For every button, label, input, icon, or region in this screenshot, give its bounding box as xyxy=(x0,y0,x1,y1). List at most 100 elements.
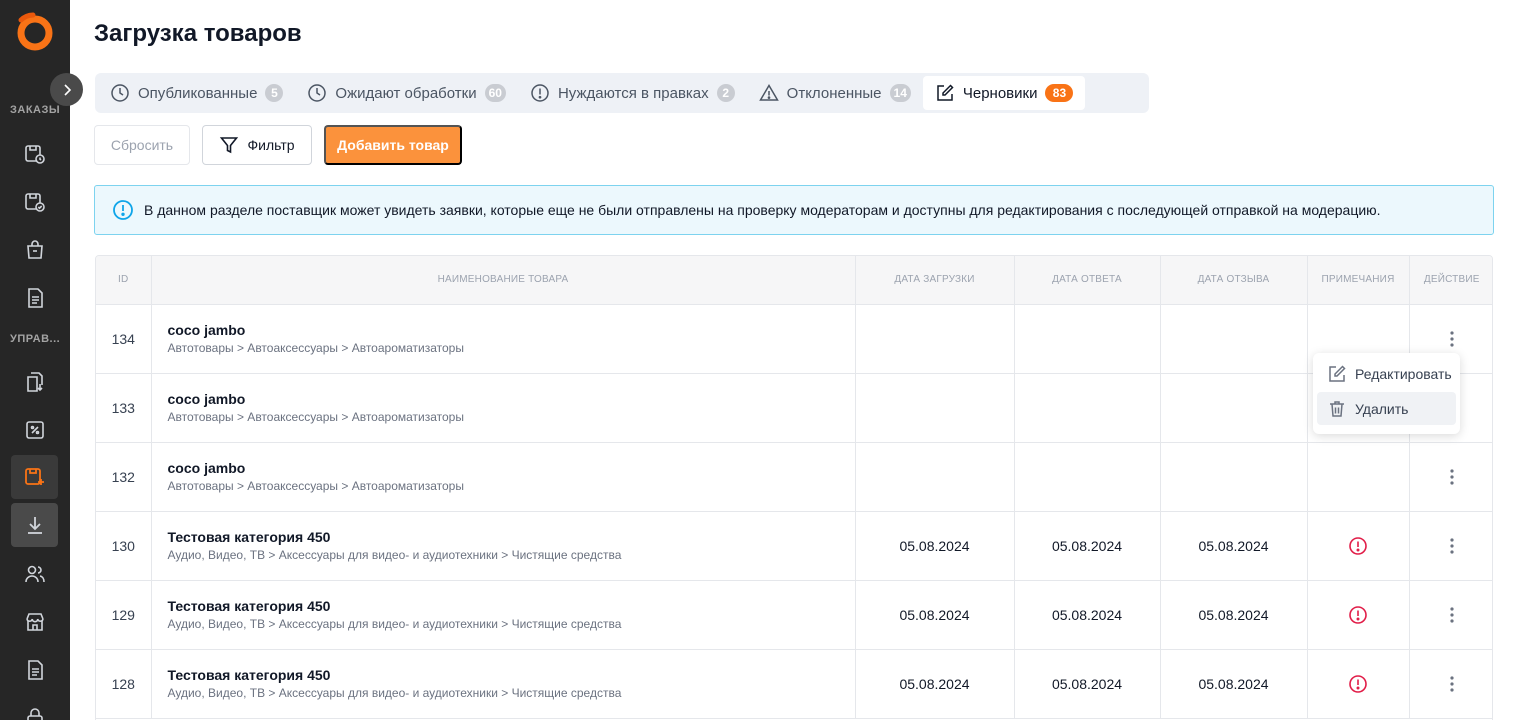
product-name: Тестовая категория 450 xyxy=(167,529,331,545)
product-category-path: Аудио, Видео, ТВ > Аксессуары для видео-… xyxy=(167,548,622,562)
cell-review-date: 05.08.2024 xyxy=(1160,511,1308,581)
cell-notes xyxy=(1307,511,1410,581)
cell-review-date xyxy=(1160,373,1308,443)
column-header-id[interactable]: ID xyxy=(96,256,152,305)
sidebar-item-discounts[interactable] xyxy=(11,408,58,452)
tab-published[interactable]: Опубликованные 5 xyxy=(98,76,295,110)
cell-id: 129 xyxy=(96,580,152,650)
sidebar-item-lock[interactable] xyxy=(11,696,58,720)
sidebar-item-store[interactable] xyxy=(11,600,58,644)
cell-product: coco jambo Автотовары > Автоаксессуары >… xyxy=(151,304,856,374)
sidebar-item-reports[interactable] xyxy=(11,648,58,692)
menu-item-edit[interactable]: Редактировать xyxy=(1317,357,1456,390)
table-row[interactable]: 133 coco jambo Автотовары > Автоаксессуа… xyxy=(96,373,1492,443)
cell-answer-date xyxy=(1014,442,1161,512)
sidebar-item-product-upload[interactable] xyxy=(11,455,58,499)
info-banner: В данном разделе поставщик может увидеть… xyxy=(94,185,1494,235)
product-name: Тестовая категория 450 xyxy=(167,598,331,614)
cell-answer-date xyxy=(1014,373,1161,443)
lock-icon xyxy=(26,708,43,720)
cell-notes xyxy=(1307,649,1410,719)
tab-rejected[interactable]: Отклоненные 14 xyxy=(747,76,923,110)
cell-product: Тестовая категория 450 Аудио, Видео, ТВ … xyxy=(151,580,856,650)
sidebar-item-orders-check[interactable] xyxy=(11,180,58,224)
tab-needs-edits[interactable]: Нуждаются в правках 2 xyxy=(518,76,747,110)
table-row[interactable]: 128 Тестовая категория 450 Аудио, Видео,… xyxy=(96,649,1492,719)
table-row[interactable]: 129 Тестовая категория 450 Аудио, Видео,… xyxy=(96,580,1492,650)
more-vertical-icon[interactable] xyxy=(1442,467,1462,487)
product-name: coco jambo xyxy=(167,391,246,407)
product-name: Тестовая категория 450 xyxy=(167,667,331,683)
table-row[interactable]: 130 Тестовая категория 450 Аудио, Видео,… xyxy=(96,511,1492,581)
cell-upload-date xyxy=(855,373,1015,443)
tab-count-badge: 83 xyxy=(1045,84,1074,102)
tab-pending[interactable]: Ожидают обработки 60 xyxy=(295,76,518,110)
sidebar-item-orders-document[interactable] xyxy=(11,276,58,320)
column-header-review-date[interactable]: ДАТА ОТЗЫВА xyxy=(1160,256,1308,305)
clock-icon xyxy=(111,84,129,102)
add-product-button[interactable]: Добавить товар xyxy=(324,125,462,165)
brand-logo[interactable] xyxy=(14,12,54,52)
column-header-name[interactable]: НАИМЕНОВАНИЕ ТОВАРА xyxy=(151,256,856,305)
sidebar-item-download[interactable] xyxy=(11,503,58,547)
product-category-path: Аудио, Видео, ТВ > Аксессуары для видео-… xyxy=(167,617,622,631)
tab-count-badge: 5 xyxy=(265,84,284,102)
product-name: coco jambo xyxy=(167,460,246,476)
more-vertical-icon[interactable] xyxy=(1442,605,1462,625)
chevron-right-icon xyxy=(63,83,71,96)
cell-product: Тестовая категория 450 Аудио, Видео, ТВ … xyxy=(151,511,856,581)
tab-drafts[interactable]: Черновики 83 xyxy=(922,76,1086,110)
table-row[interactable]: 132 coco jambo Автотовары > Автоаксессуа… xyxy=(96,442,1492,512)
menu-item-label: Удалить xyxy=(1355,400,1409,417)
box-clock-icon xyxy=(24,145,45,164)
tab-label: Ожидают обработки xyxy=(335,84,477,102)
filter-button-label: Фильтр xyxy=(247,137,295,153)
exclamation-circle-icon xyxy=(531,84,549,102)
column-header-answer-date[interactable]: ДАТА ОТВЕТА xyxy=(1014,256,1161,305)
cell-product: Тестовая категория 450 Аудио, Видео, ТВ … xyxy=(151,649,856,719)
tab-label: Черновики xyxy=(962,84,1038,102)
document-icon xyxy=(27,288,43,308)
more-vertical-icon[interactable] xyxy=(1442,536,1462,556)
box-plus-icon xyxy=(24,468,44,485)
column-header-upload-date[interactable]: ДАТА ЗАГРУЗКИ xyxy=(855,256,1015,305)
download-icon xyxy=(27,517,42,534)
warning-circle-icon[interactable] xyxy=(1348,536,1368,556)
cell-answer-date xyxy=(1014,304,1161,374)
store-icon xyxy=(25,613,44,631)
row-action-menu: Редактировать Удалить xyxy=(1313,353,1460,434)
sidebar-collapse-button[interactable] xyxy=(50,73,83,106)
sidebar-item-orders-clock[interactable] xyxy=(11,132,58,176)
cell-id: 133 xyxy=(96,373,152,443)
cell-review-date: 05.08.2024 xyxy=(1160,649,1308,719)
tab-label: Нуждаются в правках xyxy=(557,84,709,102)
cell-action xyxy=(1409,511,1492,581)
menu-item-delete[interactable]: Удалить xyxy=(1317,392,1456,425)
cell-action xyxy=(1409,442,1492,512)
sidebar: ЗАКАЗЫ УПРАВ... xyxy=(0,0,70,720)
product-category-path: Аудио, Видео, ТВ > Аксессуары для видео-… xyxy=(167,686,622,700)
cell-id: 128 xyxy=(96,649,152,719)
product-category-path: Автотовары > Автоаксессуары > Автоаромат… xyxy=(167,410,464,424)
cell-review-date xyxy=(1160,304,1308,374)
cell-upload-date xyxy=(855,304,1015,374)
reset-button[interactable]: Сбросить xyxy=(94,125,190,165)
cell-answer-date: 05.08.2024 xyxy=(1014,511,1161,581)
warning-circle-icon[interactable] xyxy=(1348,605,1368,625)
report-icon xyxy=(27,660,43,680)
sidebar-item-users[interactable] xyxy=(11,552,58,596)
sidebar-item-orders-bag[interactable] xyxy=(11,228,58,272)
cell-upload-date xyxy=(855,442,1015,512)
percent-icon xyxy=(25,421,44,439)
shopping-bag-icon xyxy=(26,240,43,259)
more-vertical-icon[interactable] xyxy=(1442,329,1462,349)
more-vertical-icon[interactable] xyxy=(1442,674,1462,694)
info-icon xyxy=(113,200,133,220)
filter-button[interactable]: Фильтр xyxy=(202,125,312,165)
cell-review-date: 05.08.2024 xyxy=(1160,580,1308,650)
cell-action xyxy=(1409,580,1492,650)
warning-circle-icon[interactable] xyxy=(1348,674,1368,694)
table-row[interactable]: 134 coco jambo Автотовары > Автоаксессуа… xyxy=(96,304,1492,374)
sidebar-item-import[interactable] xyxy=(11,360,58,404)
cell-upload-date: 05.08.2024 xyxy=(855,649,1015,719)
